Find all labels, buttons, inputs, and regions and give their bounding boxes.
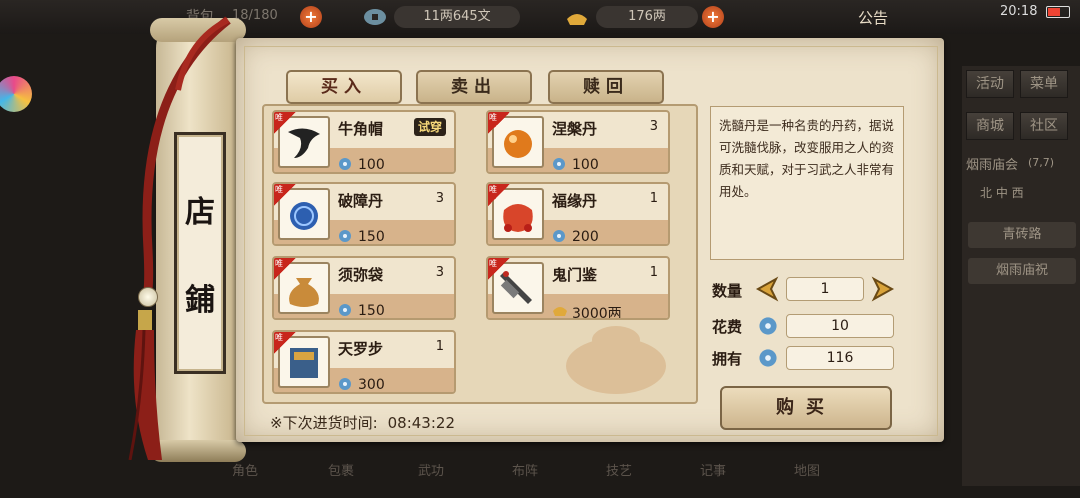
restock-time: 08:43:22: [387, 414, 455, 432]
coin-icon: [339, 158, 351, 170]
coin-icon: [339, 230, 351, 242]
item-name: 须弥袋: [338, 266, 384, 284]
decrease-arrow-icon[interactable]: [754, 276, 780, 302]
quantity-label: 数量: [712, 282, 743, 300]
nav-map[interactable]: 地图: [794, 460, 820, 479]
shop-sign-char-2: 鋪: [185, 283, 215, 318]
route-yanyumiaozhu[interactable]: 烟雨庙祝: [968, 258, 1076, 284]
item-price: 300: [358, 377, 385, 393]
increase-arrow-icon[interactable]: [870, 276, 896, 302]
coin-icon: [553, 230, 565, 242]
item-price: 150: [358, 229, 385, 245]
gold-amount: 176两: [596, 6, 698, 28]
nav-martial-arts[interactable]: 武功: [418, 460, 444, 479]
shop-item-guimenjian[interactable]: 唯 鬼门鉴 1 3000两: [486, 256, 670, 320]
item-name: 鬼门鉴: [552, 266, 598, 284]
shop-sign: 店 鋪: [174, 132, 226, 374]
shop-sign-char-1: 店: [185, 195, 215, 230]
restock-label: ※下次进货时间:: [270, 414, 378, 432]
shop-item-tianluobu[interactable]: 唯 天罗步 1 300: [272, 330, 456, 394]
coin-icon: [339, 378, 351, 390]
coin-icon: [759, 317, 777, 335]
item-price: 100: [572, 157, 599, 173]
owned-value: 116: [786, 346, 894, 370]
nav-bag[interactable]: 包裹: [328, 460, 354, 479]
item-price: 3000两: [572, 306, 622, 320]
bag-add-button[interactable]: +: [300, 6, 322, 28]
item-quantity: 1: [649, 191, 658, 206]
coin-icon: [759, 349, 777, 367]
restock-timer: ※下次进货时间: 08:43:22: [270, 412, 455, 433]
menu-button[interactable]: 菜单: [1020, 70, 1068, 98]
buy-button[interactable]: 购买: [720, 386, 892, 430]
item-price: 200: [572, 229, 599, 245]
gold-ingot-icon: [553, 307, 567, 316]
quantity-input[interactable]: 1: [786, 277, 864, 301]
nav-formation[interactable]: 布阵: [512, 460, 538, 479]
item-quantity: 3: [649, 119, 658, 134]
gold-ingot-icon: [567, 14, 587, 25]
route-qingzhuanlu[interactable]: 青砖路: [968, 222, 1076, 248]
shop-item-pozhangdan[interactable]: 唯 破障丹 3 150: [272, 182, 456, 246]
shop-item-niujiaomao[interactable]: 唯 牛角帽 试穿 100: [272, 110, 456, 174]
nav-skills[interactable]: 技艺: [606, 460, 632, 479]
sack-watermark-icon: [566, 326, 666, 394]
location-name: 烟雨庙会: [966, 158, 1019, 173]
unique-badge: 唯: [488, 112, 510, 134]
battery-icon: [1046, 6, 1070, 18]
item-name: 福缘丹: [552, 192, 598, 210]
notice-button[interactable]: 公告: [858, 7, 888, 28]
cost-value: 10: [786, 314, 894, 338]
shop-item-xumidai[interactable]: 唯 须弥袋 3 150: [272, 256, 456, 320]
activity-button[interactable]: 活动: [966, 70, 1014, 98]
try-on-button[interactable]: 试穿: [413, 118, 446, 136]
item-name: 涅槃丹: [552, 120, 598, 138]
community-button[interactable]: 社区: [1020, 112, 1068, 140]
tab-buy[interactable]: 买入: [286, 70, 402, 104]
item-price: 150: [358, 303, 385, 319]
event-star-icon[interactable]: [0, 76, 32, 112]
gold-add-button[interactable]: +: [702, 6, 724, 28]
unique-badge: 唯: [274, 258, 296, 280]
store-button[interactable]: 商城: [966, 112, 1014, 140]
owned-label: 拥有: [712, 350, 743, 368]
item-quantity: 1: [649, 265, 658, 280]
unique-badge: 唯: [274, 184, 296, 206]
clock: 20:18: [1000, 4, 1038, 19]
location-count: (7,7): [1028, 156, 1055, 169]
item-name: 牛角帽: [338, 120, 384, 138]
item-quantity: 3: [435, 191, 444, 206]
item-name: 天罗步: [338, 340, 384, 358]
unique-badge: 唯: [488, 258, 510, 280]
item-description: 洗髓丹是一种名贵的丹药，据说可洗髓伐脉，改变服用之人的资质和天赋，对于习武之人非…: [710, 106, 904, 260]
tassel-bead: [138, 287, 158, 307]
nav-journal[interactable]: 记事: [700, 460, 726, 479]
item-name: 破障丹: [338, 192, 384, 210]
copper-coin-icon: [364, 9, 386, 25]
copper-amount: 11两645文: [394, 6, 520, 28]
unique-badge: 唯: [488, 184, 510, 206]
unique-badge: 唯: [274, 112, 296, 134]
coin-icon: [339, 304, 351, 316]
tab-redeem[interactable]: 赎回: [548, 70, 664, 104]
item-quantity: 1: [435, 339, 444, 354]
tab-sell[interactable]: 卖出: [416, 70, 532, 104]
shop-item-niepandan[interactable]: 唯 涅槃丹 3 100: [486, 110, 670, 174]
unique-badge: 唯: [274, 332, 296, 354]
item-quantity: 3: [435, 265, 444, 280]
cost-label: 花费: [712, 318, 743, 336]
coin-icon: [553, 158, 565, 170]
shop-item-fuyuandan[interactable]: 唯 福缘丹 1 200: [486, 182, 670, 246]
direction-labels: 北 中 西: [980, 186, 1024, 200]
item-price: 100: [358, 157, 385, 173]
nav-character[interactable]: 角色: [232, 460, 258, 479]
